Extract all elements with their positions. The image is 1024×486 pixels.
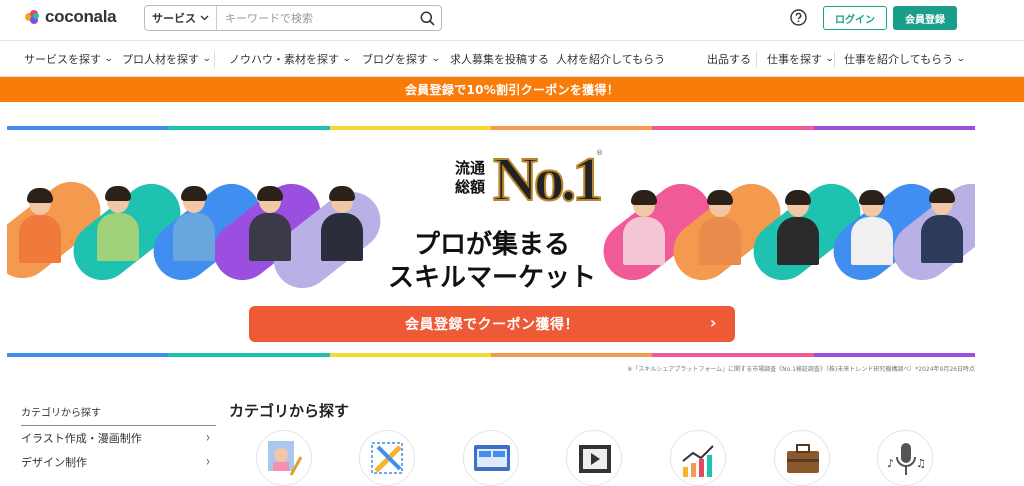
nav-item-label: サービスを探す	[24, 53, 101, 66]
color-stripe-top	[7, 126, 975, 130]
nav-item-label: 人材を紹介してもらう	[556, 53, 666, 66]
nav-item-label: ノウハウ・素材を探す	[229, 53, 339, 66]
nav-divider	[214, 51, 215, 68]
nav-item-post-job[interactable]: 求人募集を投稿する	[450, 41, 549, 77]
category-marketing-icon[interactable]	[670, 430, 726, 486]
sidebar-item-design[interactable]: デザイン制作 ›	[21, 450, 216, 474]
main-nav: サービスを探す ⌄ プロ人材を探す ⌄ ノウハウ・素材を探す ⌄ ブログを探す ⌄ 求人…	[0, 40, 1024, 77]
nav-item-find-blogs[interactable]: ブログを探す ⌄	[362, 41, 441, 77]
sidebar-item-label: イラスト作成・漫画制作	[21, 432, 142, 445]
nav-item-label: 出品する	[707, 53, 751, 66]
hero-person-photo	[17, 188, 63, 263]
hero-person-photo	[775, 190, 821, 265]
nav-item-label: 仕事を探す	[767, 53, 822, 66]
signup-coupon-button[interactable]: 会員登録でクーポン獲得！ ›	[249, 306, 735, 342]
nav-item-talent-referral[interactable]: 人材を紹介してもらう	[556, 41, 665, 77]
nav-item-find-knowhow[interactable]: ノウハウ・素材を探す ⌄	[229, 41, 352, 77]
hero-person-photo	[919, 188, 965, 263]
search-icon	[420, 11, 435, 26]
hero-person-photo	[247, 186, 293, 261]
nav-item-label: 求人募集を投稿する	[450, 53, 549, 66]
cta-label: 会員登録でクーポン獲得！	[405, 317, 579, 333]
no1-text: No.1	[492, 145, 604, 215]
hero-person-photo	[697, 190, 743, 265]
no1-label: 流通 総額	[450, 159, 490, 197]
search-bar: サービス	[144, 5, 442, 31]
category-business-icon[interactable]	[774, 430, 830, 486]
nav-item-find-services[interactable]: サービスを探す ⌄	[24, 41, 114, 77]
help-icon	[790, 9, 807, 26]
nav-item-sell[interactable]: 出品する	[707, 41, 751, 77]
hero-person-photo	[849, 190, 895, 265]
category-design-icon[interactable]	[359, 430, 415, 486]
chevron-right-icon: ›	[206, 454, 210, 470]
color-stripe-bottom	[7, 353, 975, 357]
category-web-icon[interactable]	[463, 430, 519, 486]
category-section-title: カテゴリから探す	[229, 402, 350, 420]
registered-mark: ®	[596, 149, 603, 157]
signup-button[interactable]: 会員登録	[893, 6, 957, 30]
no1-badge: 流通 総額 No.1 ®	[450, 145, 605, 231]
nav-item-label: ブログを探す	[362, 53, 428, 66]
hero-person-photo	[95, 186, 141, 261]
nav-item-find-work[interactable]: 仕事を探す ⌄	[767, 41, 835, 77]
nav-divider	[756, 51, 757, 68]
chevron-down-icon: ⌄	[430, 54, 441, 64]
category-illustration-icon[interactable]	[256, 430, 312, 486]
hero-footnote: ※「スキルシェアプラットフォーム」に関する市場調査《No.1検証調査》（株)未来…	[627, 366, 975, 373]
no1-label-line: 流通	[454, 159, 485, 177]
svg-text:♪: ♪	[887, 457, 894, 470]
hero-tagline: プロが集まる スキルマーケット	[362, 229, 622, 295]
svg-text:♫: ♫	[916, 457, 926, 470]
logo-mark-icon	[25, 9, 40, 25]
chevron-down-icon	[200, 15, 209, 21]
nav-item-label: 仕事を紹介してもらう	[844, 53, 954, 66]
sidebar-item-illustration[interactable]: イラスト作成・漫画制作 ›	[21, 426, 216, 450]
chevron-down-icon: ⌄	[201, 54, 212, 64]
hero-tagline-line: スキルマーケット	[387, 263, 596, 293]
category-video-icon[interactable]	[566, 430, 622, 486]
logo-text: coconala	[45, 7, 117, 26]
chevron-down-icon: ⌄	[341, 54, 352, 64]
chevron-down-icon: ⌄	[103, 54, 114, 64]
sidebar-title: カテゴリから探す	[21, 404, 216, 426]
promo-banner[interactable]: 会員登録で10%割引クーポンを獲得！	[0, 77, 1024, 102]
chevron-right-icon: ›	[206, 430, 210, 446]
chevron-down-icon: ⌄	[955, 54, 966, 64]
nav-item-work-referral[interactable]: 仕事を紹介してもらう ⌄	[844, 41, 966, 77]
coconala-logo[interactable]: coconala	[25, 7, 117, 27]
no1-label-line: 総額	[454, 178, 485, 196]
nav-item-find-pros[interactable]: プロ人材を探す ⌄	[122, 41, 212, 77]
hero-person-photo	[171, 186, 217, 261]
hero-person-photo	[319, 186, 365, 261]
sidebar-item-label: デザイン制作	[21, 456, 87, 469]
site-header: coconala サービス ログイン 会員登録	[0, 0, 1024, 40]
chevron-right-icon: ›	[709, 313, 717, 332]
help-button[interactable]	[790, 9, 807, 26]
login-button[interactable]: ログイン	[823, 6, 887, 30]
nav-item-label: プロ人材を探す	[122, 53, 199, 66]
search-input[interactable]	[217, 6, 413, 30]
category-music-icon[interactable]: ♪ ♫	[877, 430, 933, 486]
search-category-label: サービス	[152, 12, 196, 25]
hero-tagline-line: プロが集まる	[413, 230, 570, 260]
search-category-select[interactable]: サービス	[145, 6, 217, 30]
hero-person-photo	[621, 190, 667, 265]
search-button[interactable]	[413, 6, 441, 30]
nav-divider	[834, 51, 835, 68]
